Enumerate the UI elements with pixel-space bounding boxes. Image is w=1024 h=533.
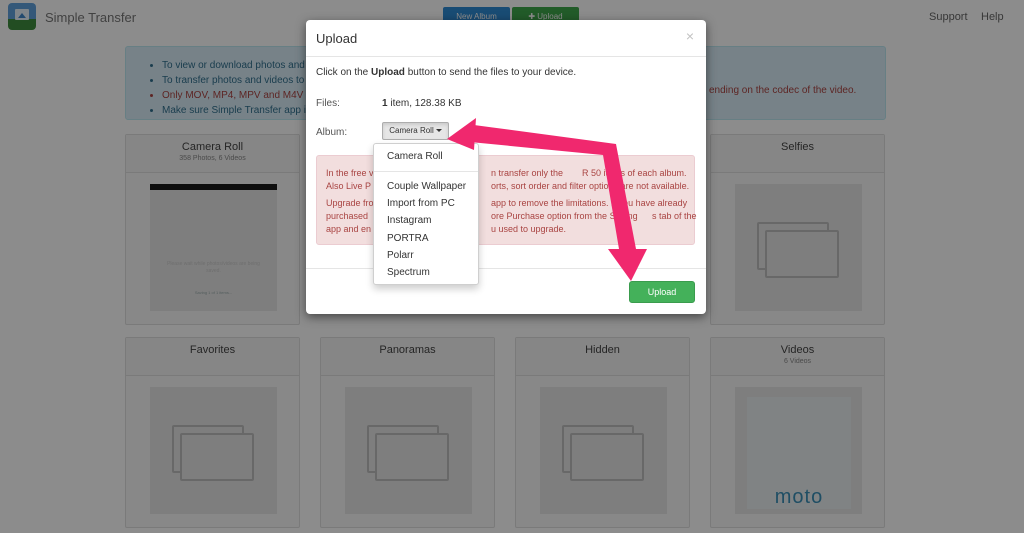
modal-body: Click on the Upload button to send the f… <box>316 67 696 138</box>
files-size: item, 128.38 KB <box>387 98 462 109</box>
files-label: Files: <box>316 98 340 109</box>
warning-line: app and en <box>326 224 372 234</box>
instruction-bold: Upload <box>371 67 405 78</box>
dropdown-option-import-from-pc[interactable]: Import from PC <box>387 198 455 209</box>
modal-footer: Upload <box>306 268 706 314</box>
instruction-text: Click on the <box>316 67 372 78</box>
warning-line: In the free v <box>326 168 374 178</box>
dropdown-option-camera-roll[interactable]: Camera Roll <box>387 151 443 162</box>
album-label: Album: <box>316 127 348 138</box>
warning-tail: orts, sort order and filter options are … <box>491 181 690 191</box>
caret-down-icon <box>435 129 442 133</box>
instruction-text-end: button to send the files to your device. <box>404 67 577 78</box>
dropdown-divider <box>374 171 478 172</box>
warning-line: Upgrade fro <box>326 198 374 208</box>
warning-line: purchased <box>326 211 369 221</box>
dropdown-option-portra[interactable]: PORTRA <box>387 233 429 244</box>
album-dropdown-menu: Camera Roll Couple Wallpaper Import from… <box>373 143 479 285</box>
album-select-dropdown[interactable]: Camera Roll <box>382 122 449 140</box>
album-select-value: Camera Roll <box>389 126 434 135</box>
upload-instruction: Click on the Upload button to send the f… <box>316 67 696 78</box>
upload-button[interactable]: Upload <box>629 281 695 303</box>
warning-tail: ore Purchase option from the Setting <box>491 211 638 221</box>
files-value: 1 item, 128.38 KB <box>382 98 462 109</box>
dropdown-option-couple-wallpaper[interactable]: Couple Wallpaper <box>387 181 466 192</box>
warning-tail: s tab of the <box>652 211 697 221</box>
dropdown-option-spectrum[interactable]: Spectrum <box>387 267 430 278</box>
warning-tail: n transfer only the <box>491 168 564 178</box>
modal-title: Upload <box>316 31 358 46</box>
dropdown-option-polarr[interactable]: Polarr <box>387 250 414 261</box>
upload-modal: Upload × Click on the Upload button to s… <box>306 20 706 314</box>
warning-tail: R 50 items of each album. <box>582 168 687 178</box>
warning-line: Also Live P <box>326 181 372 191</box>
warning-tail: app to remove the limitations. If you ha… <box>491 198 688 208</box>
warning-tail: u used to upgrade. <box>491 224 567 234</box>
modal-header: Upload × <box>306 20 706 57</box>
close-icon[interactable]: × <box>686 28 694 44</box>
dropdown-option-instagram[interactable]: Instagram <box>387 215 431 226</box>
